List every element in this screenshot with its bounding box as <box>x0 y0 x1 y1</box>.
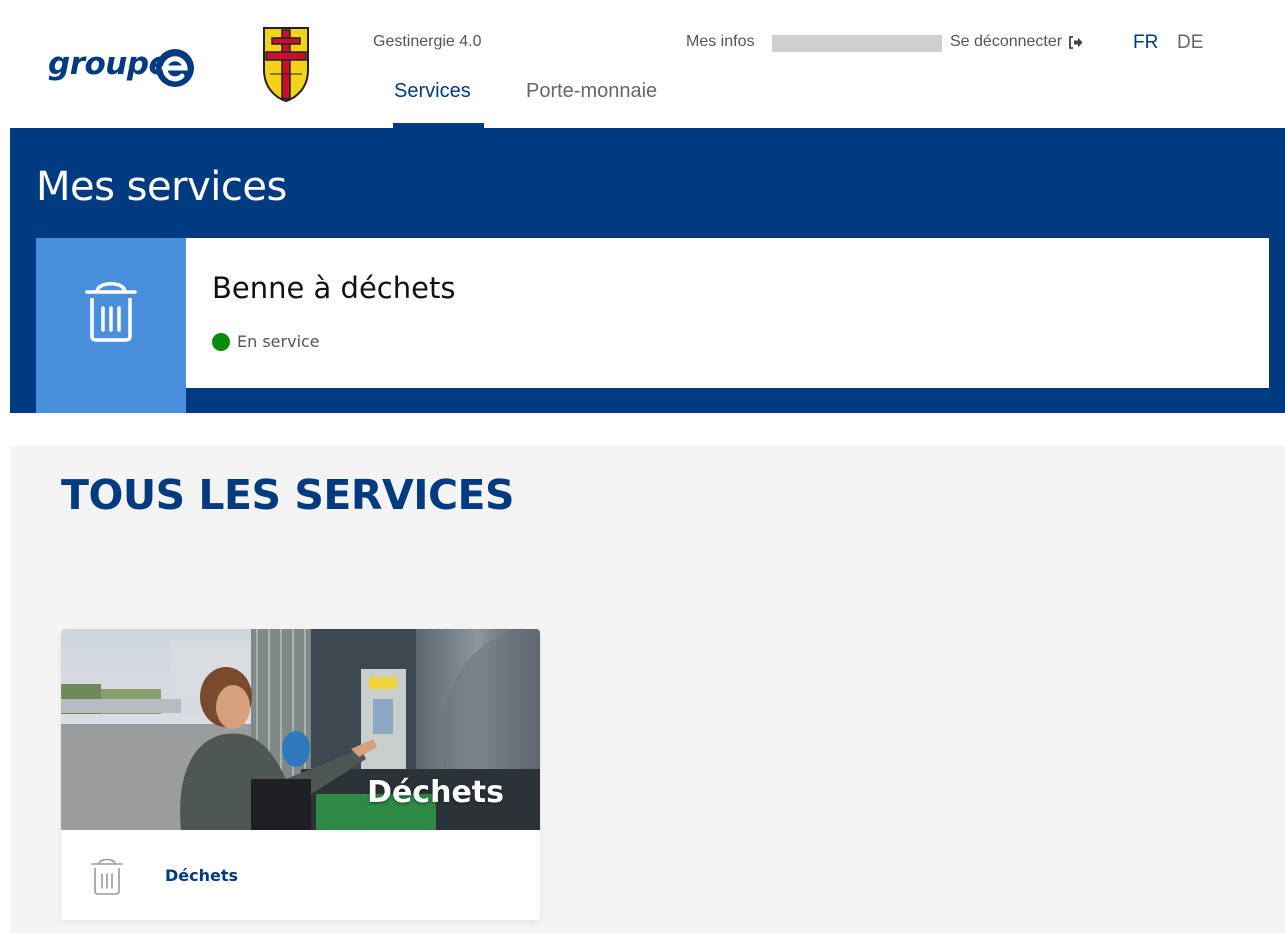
service-icon-box <box>36 238 186 413</box>
logout-label: Se déconnecter <box>950 33 1063 50</box>
my-services-banner: Mes services Benne à déchets En service <box>10 128 1285 413</box>
app-name: Gestinergie 4.0 <box>373 33 482 50</box>
service-tile-dechets[interactable]: Déchets Déchets <box>61 629 540 920</box>
service-name: Benne à déchets <box>212 271 456 305</box>
my-info-link[interactable]: Mes infos <box>686 33 754 51</box>
groupe-e-logo-text: groupe <box>48 46 170 82</box>
tab-porte-monnaie[interactable]: Porte-monnaie <box>526 80 657 103</box>
top-header: groupe Gestinergie 4.0 Services Porte-mo… <box>0 0 1285 128</box>
redacted-user-name <box>772 35 942 52</box>
service-status: En service <box>237 332 320 351</box>
all-services-title: TOUS LES SERVICES <box>61 471 515 519</box>
all-services-section: TOUS LES SERVICES Déchets Déchets <box>10 446 1285 933</box>
tile-image-caption: Déchets <box>367 775 504 810</box>
sign-out-icon <box>1069 35 1083 49</box>
tab-services[interactable]: Services <box>394 80 471 103</box>
trash-icon <box>85 282 137 342</box>
language-de[interactable]: DE <box>1177 32 1203 54</box>
logout-link[interactable]: Se déconnecter <box>950 33 1083 51</box>
my-services-title: Mes services <box>36 164 287 210</box>
language-fr[interactable]: FR <box>1133 32 1158 54</box>
status-indicator <box>212 333 230 351</box>
service-card-benne[interactable]: Benne à déchets En service <box>36 238 1269 413</box>
municipal-crest-icon <box>263 27 309 102</box>
service-tile-photo: Déchets <box>61 629 540 830</box>
groupe-e-logo-icon <box>156 49 194 87</box>
tile-label: Déchets <box>165 866 239 885</box>
trash-icon <box>91 858 123 895</box>
